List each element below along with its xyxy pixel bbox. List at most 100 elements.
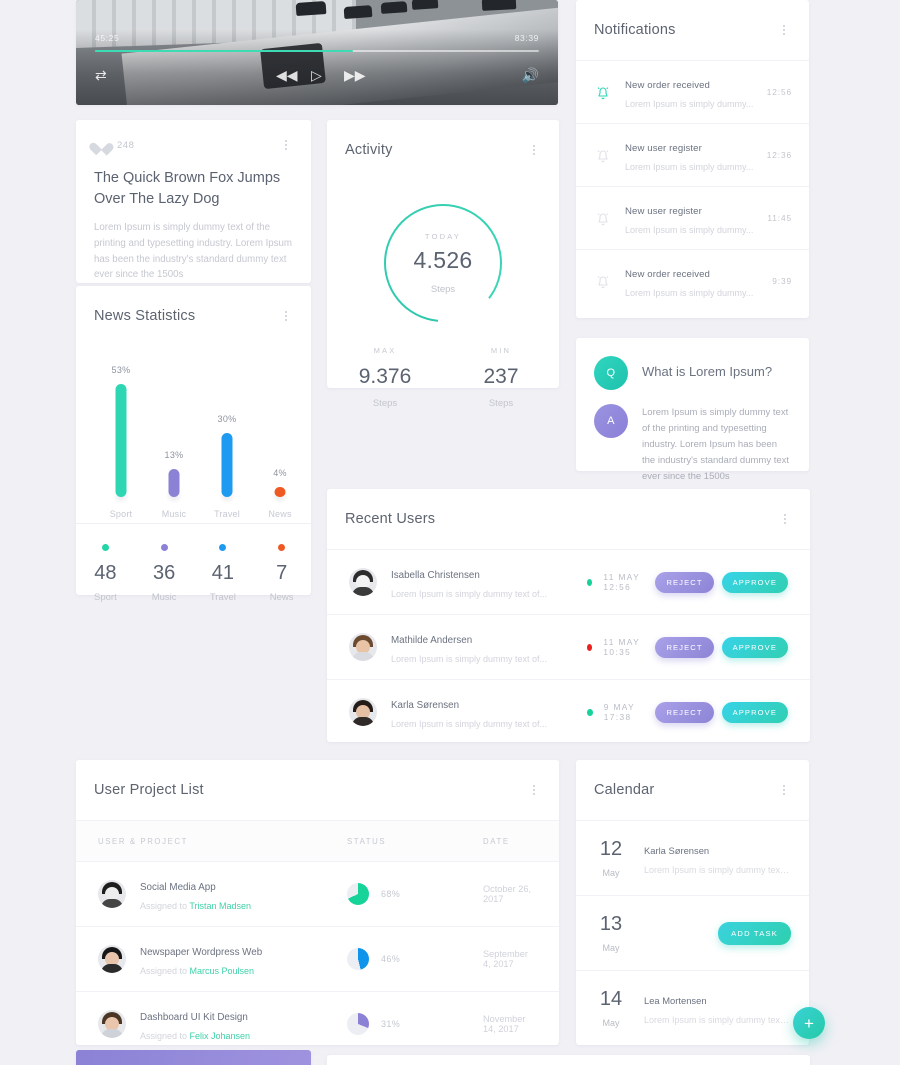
legend-value: 41	[211, 562, 234, 584]
stat-value: 9.376	[358, 365, 412, 388]
legend-cell-music[interactable]: 36 Music	[135, 544, 194, 603]
projects-table-body: Social Media App Assigned to Tristan Mads…	[76, 862, 559, 1057]
column-header-date: DATE	[483, 836, 510, 846]
next-card-white-peek	[327, 1055, 810, 1065]
project-name: Newspaper Wordpress Web	[140, 947, 263, 958]
legend-cell-news[interactable]: 7 News	[252, 544, 311, 603]
notification-text: New user register Lorem Ipsum is simply d…	[625, 201, 755, 235]
assignee-name[interactable]: Felix Johansen	[190, 1031, 251, 1041]
notifications-card-menu-icon[interactable]	[777, 21, 791, 39]
notification-row[interactable]: New user register Lorem Ipsum is simply d…	[576, 123, 809, 186]
recent-user-row[interactable]: Isabella Christensen Lorem Ipsum is simpl…	[327, 549, 810, 614]
assignee-name[interactable]: Tristan Madsen	[189, 901, 251, 911]
calendar-event-title: Karla Sørensen	[644, 845, 710, 856]
add-event-fab-button[interactable]: +	[793, 1007, 825, 1039]
notification-time: 9:39	[772, 276, 792, 286]
recent-users-card-menu-icon[interactable]	[778, 510, 792, 528]
activity-card-menu-icon[interactable]	[527, 141, 541, 159]
user-avatar	[349, 568, 377, 596]
user-actions: REJECT APPROVE	[655, 636, 788, 658]
notification-text: New order received Lorem Ipsum is simply …	[625, 264, 760, 298]
bar-fill	[168, 469, 180, 497]
project-status-cell: 46%	[347, 948, 483, 970]
user-info: Karla Sørensen Lorem Ipsum is simply dumm…	[391, 695, 587, 729]
volume-icon[interactable]: 🔊	[522, 68, 539, 82]
notification-row[interactable]: New user register Lorem Ipsum is simply d…	[576, 186, 809, 249]
quote-card-menu-icon[interactable]	[279, 136, 293, 154]
user-status: 9 MAY 17:38	[587, 702, 655, 722]
quote-body: Lorem Ipsum is simply dummy text of the …	[94, 222, 292, 281]
heart-icon[interactable]	[94, 138, 109, 152]
legend-cell-travel[interactable]: 41 Travel	[194, 544, 253, 603]
play-icon[interactable]: ▷	[311, 68, 322, 82]
reject-button[interactable]: REJECT	[655, 571, 714, 593]
activity-minmax-row: MAX 9.376 Steps MIN 237 Steps	[327, 346, 559, 409]
user-date: 11 MAY 12:56	[603, 572, 640, 592]
progress-pie-chart	[347, 948, 369, 970]
notification-row[interactable]: New order received Lorem Ipsum is simply …	[576, 60, 809, 123]
bar-group-news[interactable]: 4% News	[261, 348, 299, 523]
like-group[interactable]: 248	[94, 138, 134, 152]
donut-today-label: TODAY	[424, 231, 462, 241]
add-task-button[interactable]: ADD TASK	[718, 921, 791, 945]
status-dot-icon	[587, 578, 593, 586]
legend-cell-sport[interactable]: 48 Sport	[76, 544, 135, 603]
calendar-row[interactable]: 13 May ADD TASK	[576, 895, 809, 970]
forward-icon[interactable]: ▶▶	[344, 68, 366, 82]
bar-group-sport[interactable]: 53% Sport	[102, 348, 140, 523]
answer-badge-icon: A	[594, 404, 628, 438]
assignee-name[interactable]: Marcus Poulsen	[190, 966, 255, 976]
calendar-card-menu-icon[interactable]	[777, 781, 791, 799]
reject-button[interactable]: REJECT	[655, 701, 714, 723]
user-avatar	[349, 633, 377, 661]
legend-label: News	[269, 592, 294, 603]
project-assignee: Assigned to Marcus Poulsen	[140, 966, 255, 976]
user-project-list-card: User Project List USER & PROJECT STATUS …	[76, 760, 559, 1057]
news-legend-row: 48 Sport 36 Music 41 Travel 7 News	[76, 523, 311, 621]
calendar-day-number: 12	[599, 837, 623, 860]
reject-button[interactable]: REJECT	[655, 636, 714, 658]
calendar-day-number: 13	[599, 912, 623, 935]
notification-subtitle: Lorem Ipsum is simply dummy...	[625, 225, 754, 235]
project-row[interactable]: Newspaper Wordpress Web Assigned to Marcu…	[76, 927, 559, 992]
calendar-event: ADD TASK	[644, 921, 791, 945]
bar-value-label: 30%	[217, 414, 237, 424]
stat-key: MIN	[490, 346, 512, 355]
next-card-purple-peek	[76, 1050, 311, 1065]
notifications-card-header: Notifications	[576, 0, 809, 60]
bar-group-music[interactable]: 13% Music	[155, 348, 193, 523]
news-statistics-card: News Statistics 53% Sport 13% Music 30% Trave…	[76, 286, 311, 603]
calendar-row[interactable]: 12 May Karla Sørensen Lorem Ipsum is simply…	[576, 820, 809, 895]
user-date: 11 MAY 10:35	[603, 637, 640, 657]
project-row[interactable]: Social Media App Assigned to Tristan Mads…	[76, 862, 559, 927]
news-card-menu-icon[interactable]	[279, 307, 293, 325]
video-progress-bar[interactable]	[95, 50, 539, 52]
recent-user-row[interactable]: Karla Sørensen Lorem Ipsum is simply dumm…	[327, 679, 810, 744]
recent-user-row[interactable]: Mathilde Andersen Lorem Ipsum is simply d…	[327, 614, 810, 679]
calendar-event: Karla Sørensen Lorem Ipsum is simply dumm…	[644, 841, 791, 875]
legend-value: 48	[94, 562, 117, 584]
project-row[interactable]: Dashboard UI Kit Design Assigned to Felix…	[76, 992, 559, 1057]
faq-card: Q What is Lorem Ipsum? A Lorem Ipsum is …	[576, 338, 809, 482]
repeat-icon[interactable]: ⇄	[95, 68, 107, 82]
news-card-header: News Statistics	[76, 286, 311, 346]
calendar-month: May	[602, 1017, 620, 1028]
approve-button[interactable]: APPROVE	[721, 701, 788, 723]
project-avatar	[98, 945, 126, 973]
notification-row[interactable]: New order received Lorem Ipsum is simply …	[576, 249, 809, 312]
projects-card-menu-icon[interactable]	[527, 781, 541, 799]
notification-text: New order received Lorem Ipsum is simply …	[625, 75, 755, 109]
notification-text: New user register Lorem Ipsum is simply d…	[625, 138, 755, 172]
calendar-card-title: Calendar	[594, 782, 655, 798]
quote-title: The Quick Brown Fox Jumps Over The Lazy …	[94, 170, 281, 207]
approve-button[interactable]: APPROVE	[721, 636, 788, 658]
project-user-cell: Dashboard UI Kit Design Assigned to Felix…	[98, 1007, 347, 1041]
column-header-status: STATUS	[347, 836, 387, 846]
stat-key: MAX	[373, 346, 397, 355]
user-subtitle: Lorem Ipsum is simply dummy text of...	[391, 589, 548, 599]
legend-value: 7	[276, 562, 288, 584]
calendar-row[interactable]: 14 May Lea Mortensen Lorem Ipsum is simply …	[576, 970, 825, 1045]
rewind-icon[interactable]: ◀◀	[276, 68, 298, 82]
bar-group-travel[interactable]: 30% Travel	[208, 348, 246, 523]
approve-button[interactable]: APPROVE	[721, 571, 788, 593]
